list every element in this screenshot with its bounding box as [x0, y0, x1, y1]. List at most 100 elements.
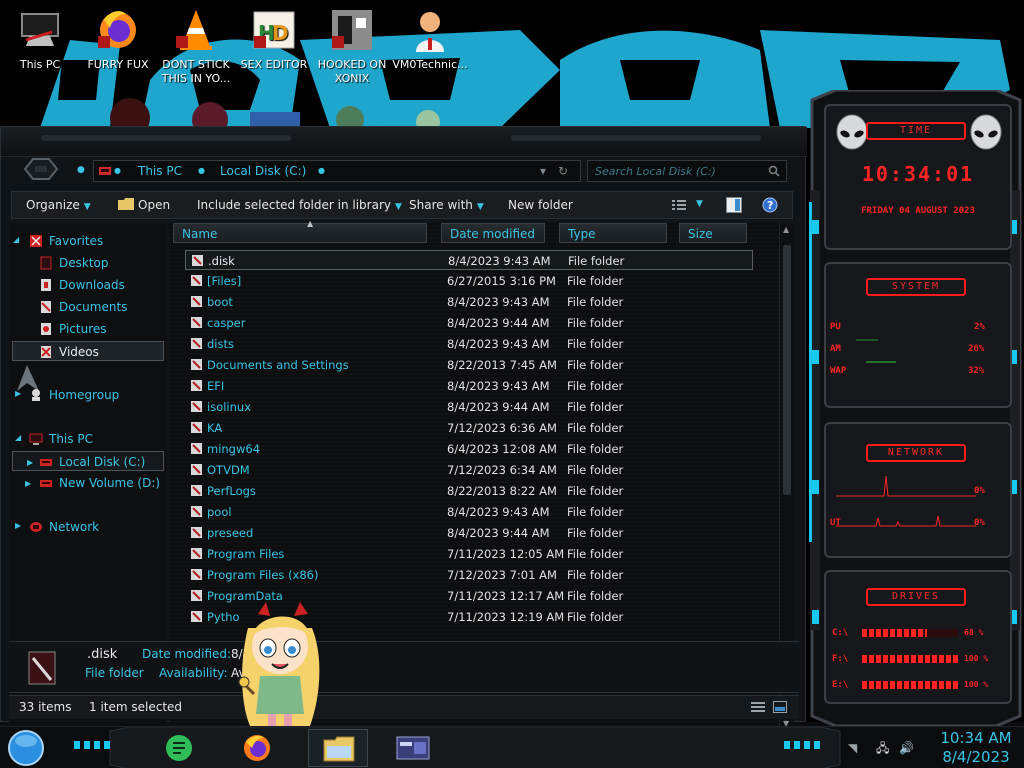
breadcrumb-this-pc[interactable]: This PC	[138, 164, 182, 178]
breadcrumb-local-disk[interactable]: Local Disk (C:)	[220, 164, 306, 178]
column-header-size[interactable]: Size	[679, 223, 747, 243]
table-row[interactable]: isolinux 8/4/2023 9:44 AM File folder	[185, 397, 753, 417]
back-forward-icon[interactable]	[23, 157, 59, 181]
folder-icon	[191, 485, 202, 496]
file-name: pool	[207, 505, 232, 519]
expand-arrow-icon[interactable]: ▶	[15, 521, 21, 530]
chevron-down-icon[interactable]: ▼	[696, 199, 703, 209]
nav-local-disk-c[interactable]: ▶ Local Disk (C:)	[12, 451, 164, 471]
chevron-down-icon[interactable]: ▾	[540, 164, 546, 178]
table-row[interactable]: [Files] 6/27/2015 3:16 PM File folder	[185, 271, 753, 291]
table-row[interactable]: preseed 8/4/2023 9:44 AM File folder	[185, 523, 753, 543]
share-with-button[interactable]: Share with ▼	[409, 198, 484, 212]
file-date: 8/4/2023 9:43 AM	[448, 254, 551, 268]
nav-pictures[interactable]: Pictures	[25, 319, 165, 339]
nav-videos[interactable]: Videos	[12, 341, 164, 361]
table-row[interactable]: EFI 8/4/2023 9:43 AM File folder	[185, 376, 753, 396]
help-icon[interactable]: ?	[762, 197, 778, 213]
nav-homegroup[interactable]: Homegroup	[25, 385, 165, 405]
scrollbar-thumb[interactable]	[783, 245, 791, 495]
expand-arrow-icon[interactable]: ▶	[25, 479, 31, 488]
taskbar-app-firefox[interactable]	[228, 729, 288, 767]
column-header-name[interactable]: Name	[173, 223, 427, 243]
table-row[interactable]: Program Files 7/11/2023 12:05 AM File fold…	[185, 544, 753, 564]
search-placeholder: Search Local Disk (C:)	[595, 165, 716, 178]
table-row[interactable]: boot 8/4/2023 9:43 AM File folder	[185, 292, 753, 312]
gadget-date: FRIDAY 04 AUGUST 2023	[861, 206, 975, 216]
search-input[interactable]: Search Local Disk (C:)	[587, 160, 787, 182]
history-dot-icon[interactable]: ●	[77, 165, 85, 175]
open-button[interactable]: Open	[118, 198, 170, 212]
computer-icon	[29, 433, 43, 445]
file-date: 8/4/2023 9:44 AM	[447, 316, 550, 330]
drive-usage-bar	[862, 629, 958, 637]
expand-arrow-icon[interactable]: ▶	[15, 389, 21, 398]
chevron-down-icon: ▼	[83, 202, 91, 212]
address-bar[interactable]: ● This PC ● Local Disk (C:) ● ▾ ↻	[93, 160, 581, 182]
file-name: [Files]	[207, 274, 242, 288]
taskbar-app-window[interactable]	[384, 729, 444, 767]
table-row[interactable]: dists 8/4/2023 9:43 AM File folder	[185, 334, 753, 354]
desktop-icon-this-pc[interactable]: This PC	[0, 6, 80, 72]
nav-network[interactable]: Network	[25, 517, 165, 537]
taskbar-clock-time[interactable]: 10:34 AM	[936, 729, 1016, 747]
table-row[interactable]: pool 8/4/2023 9:43 AM File folder	[185, 502, 753, 522]
explorer-window[interactable]: ● ● This PC ● Local Disk (C:) ● ▾ ↻ Sear…	[0, 126, 807, 735]
column-header-type[interactable]: Type	[559, 223, 667, 243]
collapse-arrow-icon[interactable]: ◢	[15, 433, 21, 442]
new-folder-button[interactable]: New folder	[508, 198, 573, 212]
desktop-icon-vm0technic[interactable]: VM0Technic...	[390, 6, 470, 72]
desktop-icon-sex-editor[interactable]: H D SEX EDITOR	[234, 6, 314, 72]
table-row[interactable]: OTVDM 7/12/2023 6:34 AM File folder	[185, 460, 753, 480]
taskbar: 🖧 🔊 ◥ 10:34 AM 8/4/2023	[0, 726, 1024, 768]
taskbar-app-notes[interactable]	[150, 729, 210, 767]
start-orb-icon[interactable]	[6, 729, 46, 767]
drive-icon	[40, 459, 52, 466]
scroll-up-icon[interactable]: ▲	[783, 225, 789, 234]
refresh-icon[interactable]: ↻	[558, 164, 568, 178]
view-list-icon[interactable]	[672, 199, 686, 211]
network-value-in: 0%	[974, 486, 985, 496]
nav-documents[interactable]: Documents	[25, 297, 165, 317]
time-title: TIME	[866, 122, 966, 140]
nav-new-volume-d[interactable]: ▶ New Volume (D:)	[25, 473, 165, 493]
volume-icon[interactable]: 🔊	[899, 741, 914, 755]
expand-arrow-icon[interactable]: ▶	[27, 458, 33, 467]
file-type: File folder	[567, 379, 624, 393]
desktop-icon-hooked-on-xonix[interactable]: HOOKED ON XONIX	[312, 6, 392, 86]
share-label: Share with	[409, 198, 473, 212]
details-view-icon[interactable]	[751, 701, 765, 713]
network-label-out: UT	[830, 518, 841, 528]
taskbar-clock-date[interactable]: 8/4/2023	[936, 748, 1016, 766]
taskbar-app-explorer[interactable]	[308, 729, 368, 767]
nav-downloads[interactable]: Downloads	[25, 275, 165, 295]
table-row[interactable]: .disk 8/4/2023 9:43 AM File folder	[185, 250, 753, 270]
tray-expand-icon[interactable]: ◥	[848, 741, 857, 755]
table-row[interactable]: Program Files (x86) 7/12/2023 7:01 AM File…	[185, 565, 753, 585]
desktop-icon-dont-stick[interactable]: DONT STICK THIS IN YO...	[156, 6, 236, 86]
nav-desktop[interactable]: Desktop	[25, 253, 165, 273]
collapse-arrow-icon[interactable]: ◢	[13, 235, 19, 244]
nav-this-pc[interactable]: This PC	[25, 429, 165, 449]
nav-favorites[interactable]: Favorites	[25, 231, 165, 251]
chevron-down-icon: ▼	[394, 202, 402, 212]
table-row[interactable]: casper 8/4/2023 9:44 AM File folder	[185, 313, 753, 333]
column-header-date[interactable]: Date modified	[441, 223, 545, 243]
sort-up-icon: ▲	[307, 219, 314, 228]
preview-pane-icon[interactable]	[726, 197, 742, 213]
table-row[interactable]: PerfLogs 8/22/2013 8:22 AM File folder	[185, 481, 753, 501]
network-tray-icon[interactable]: 🖧	[876, 741, 889, 755]
table-row[interactable]: KA 7/12/2023 6:36 AM File folder	[185, 418, 753, 438]
file-name: KA	[207, 421, 223, 435]
table-row[interactable]: mingw64 6/4/2023 12:08 AM File folder	[185, 439, 753, 459]
file-type: File folder	[567, 610, 624, 624]
large-icons-view-icon[interactable]	[773, 701, 787, 713]
table-row[interactable]: Documents and Settings 8/22/2013 7:45 AM F…	[185, 355, 753, 375]
file-date: 7/11/2023 12:19 AM	[447, 610, 565, 624]
include-in-library-button[interactable]: Include selected folder in library ▼	[197, 198, 402, 212]
organize-button[interactable]: Organize ▼	[26, 198, 91, 212]
desktop-icon-furry-fux[interactable]: FURRY FUX	[78, 6, 158, 72]
drive-red-icon	[99, 167, 111, 175]
xonix-game-icon	[332, 10, 372, 50]
network-value-out: 0%	[974, 518, 985, 528]
